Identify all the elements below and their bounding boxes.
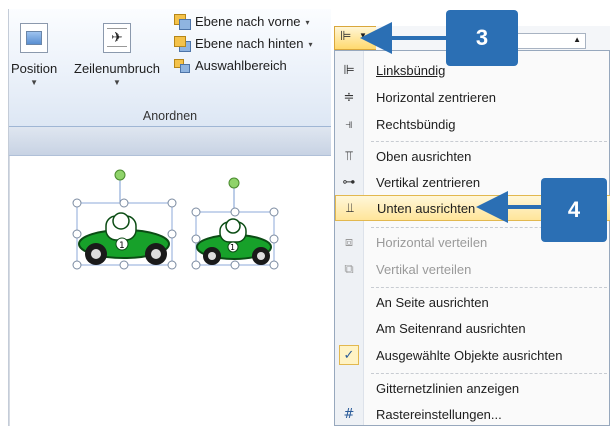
callout-step-4: 4 bbox=[541, 178, 607, 242]
callout-step-3: 3 bbox=[446, 10, 518, 66]
annotation-overlay bbox=[360, 22, 542, 223]
